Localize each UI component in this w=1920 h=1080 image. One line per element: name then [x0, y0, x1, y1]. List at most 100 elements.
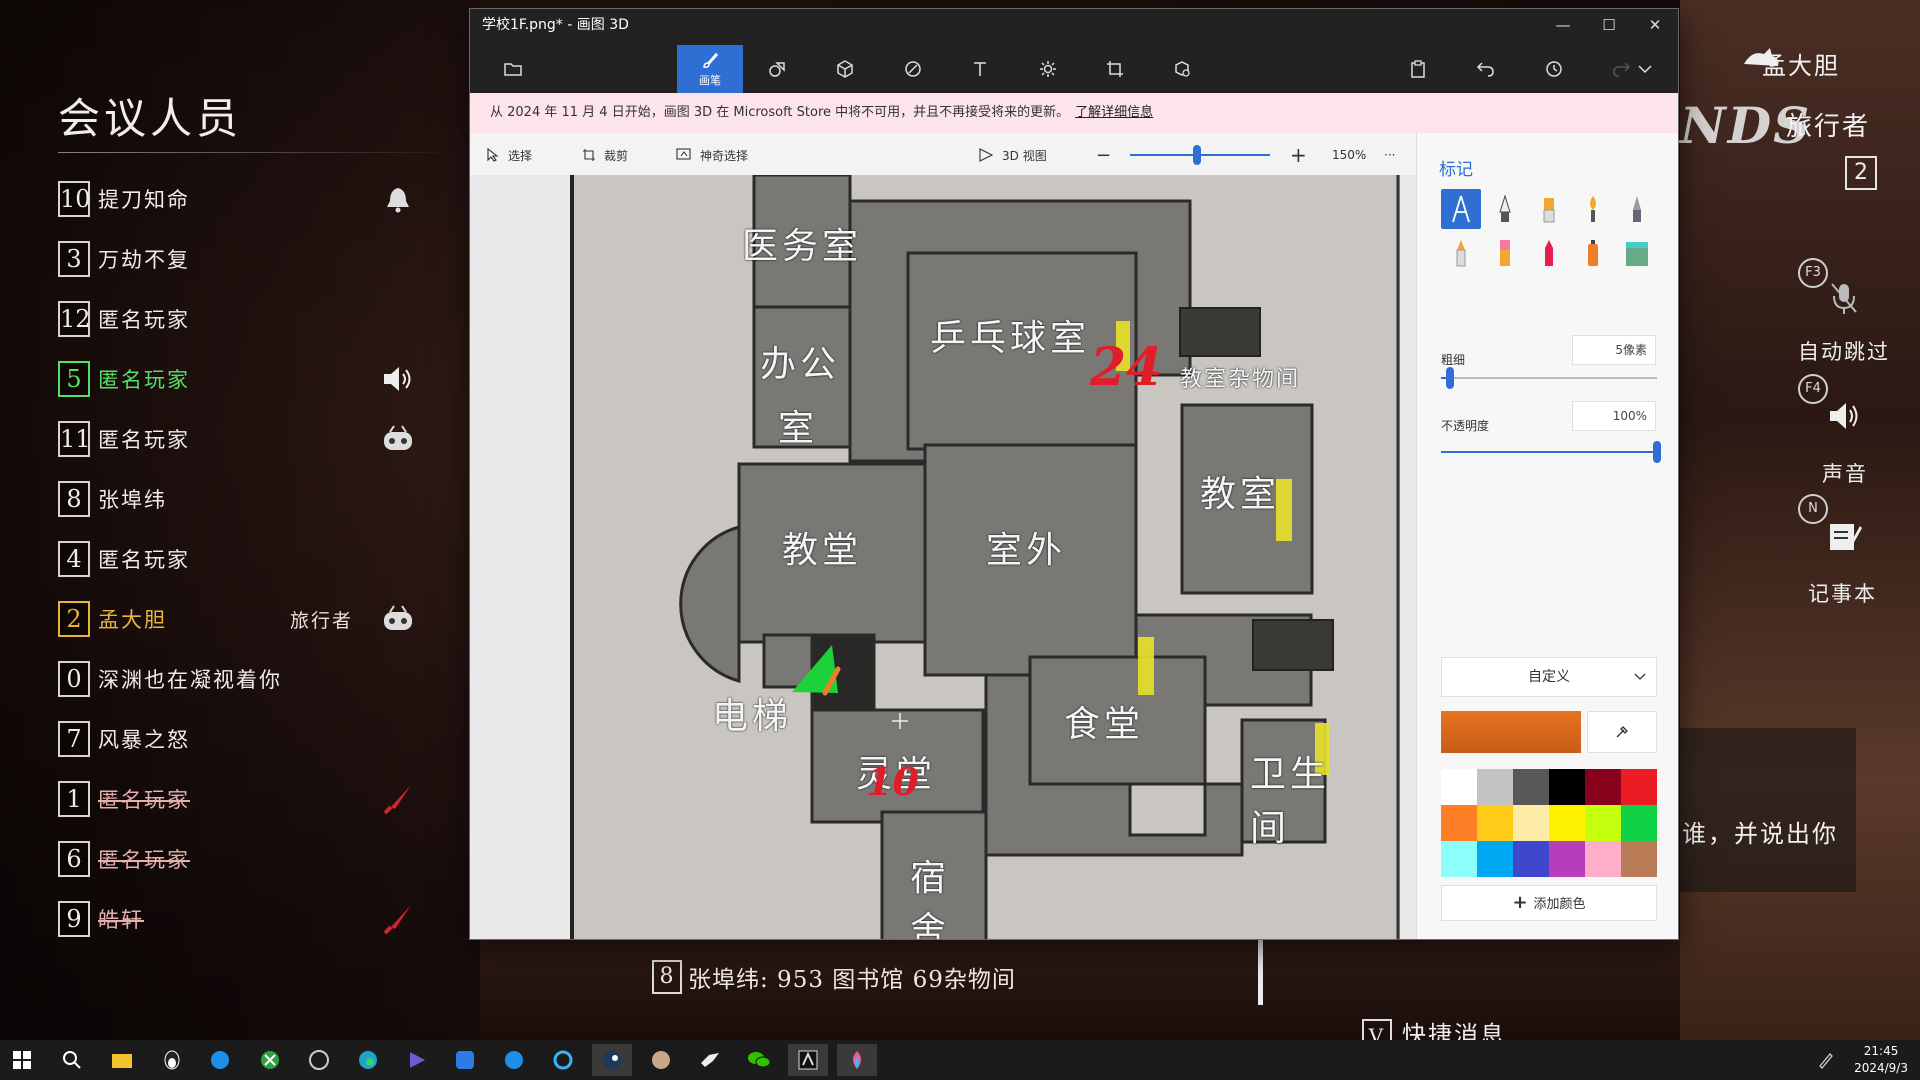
palette-swatch[interactable] [1441, 769, 1477, 805]
thickness-slider-thumb[interactable] [1445, 367, 1454, 389]
expand-toolbar-button[interactable] [1612, 45, 1678, 93]
taskbar-file-explorer[interactable] [102, 1044, 142, 1076]
palette-swatch[interactable] [1441, 841, 1477, 877]
taskbar-wechat[interactable] [739, 1044, 779, 1076]
paste-button[interactable] [1385, 45, 1451, 93]
tool-3d-shapes[interactable] [812, 45, 878, 93]
brush-calligraphy[interactable] [1485, 189, 1525, 229]
search-button[interactable] [52, 1044, 92, 1076]
color-mode-dropdown[interactable]: 自定义 [1441, 657, 1657, 697]
brush-crayon[interactable] [1529, 233, 1569, 273]
current-color-swatch[interactable] [1441, 711, 1581, 753]
player-row[interactable]: 8 张埠纬 [58, 469, 458, 529]
menu-button[interactable] [480, 45, 546, 93]
crop-button[interactable]: 裁剪 [582, 133, 628, 177]
zoom-level[interactable]: 150% [1332, 133, 1366, 177]
notepad-label[interactable]: 记事本 [1808, 578, 1877, 608]
palette-swatch[interactable] [1585, 841, 1621, 877]
palette-swatch[interactable] [1441, 805, 1477, 841]
thickness-input[interactable]: 5像素 [1572, 335, 1656, 365]
canvas-area[interactable]: 医务室 办公 室 乒乓球室 教室杂物间 教室 教堂 室外 电梯 灵堂 食堂 卫生… [470, 175, 1416, 939]
palette-swatch[interactable] [1477, 805, 1513, 841]
minimize-button[interactable]: — [1540, 9, 1586, 41]
tool-text[interactable] [947, 45, 1013, 93]
taskbar-app-bird[interactable] [690, 1044, 730, 1076]
player-row[interactable]: 12 匿名玩家 [58, 289, 458, 349]
view-3d-button[interactable]: 3D 视图 [978, 133, 1047, 177]
taskbar-steam[interactable] [592, 1044, 632, 1076]
palette-swatch[interactable] [1549, 841, 1585, 877]
notepad-icon[interactable] [1824, 518, 1864, 554]
taskbar-media-player[interactable] [397, 1044, 437, 1076]
add-color-button[interactable]: + 添加颜色 [1441, 885, 1657, 921]
thickness-slider-track[interactable] [1441, 377, 1657, 379]
player-row[interactable]: 7 风暴之怒 [58, 709, 458, 769]
opacity-input[interactable]: 100% [1572, 401, 1656, 431]
player-row[interactable]: 1 匿名玩家 [58, 769, 458, 829]
window-titlebar[interactable]: 学校1F.png* - 画图 3D — ☐ ✕ [470, 9, 1678, 41]
palette-swatch[interactable] [1513, 805, 1549, 841]
tool-3d-library[interactable] [1149, 45, 1215, 93]
player-row[interactable]: 2 孟大胆 旅行者 [58, 589, 458, 649]
taskbar-browser-q2[interactable] [494, 1044, 534, 1076]
speaker-icon[interactable] [1824, 398, 1864, 434]
chat-scrollbar[interactable] [1258, 940, 1263, 1005]
start-button[interactable] [2, 1044, 42, 1076]
zoom-out-button[interactable]: − [1096, 133, 1111, 177]
brush-marker[interactable] [1441, 189, 1481, 229]
more-options-button[interactable]: ··· [1384, 133, 1395, 177]
palette-swatch[interactable] [1477, 769, 1513, 805]
school-map-canvas[interactable]: 医务室 办公 室 乒乓球室 教室杂物间 教室 教堂 室外 电梯 灵堂 食堂 卫生… [570, 175, 1400, 939]
taskbar-edge[interactable] [348, 1044, 388, 1076]
palette-swatch[interactable] [1513, 841, 1549, 877]
taskbar-xbox[interactable] [250, 1044, 290, 1076]
taskbar-paint3d[interactable] [837, 1044, 877, 1076]
zoom-in-button[interactable]: + [1290, 133, 1307, 177]
tray-pen-icon[interactable] [1806, 1044, 1846, 1076]
brush-eraser[interactable] [1485, 233, 1525, 273]
taskbar-clash[interactable] [299, 1044, 339, 1076]
palette-swatch[interactable] [1513, 769, 1549, 805]
palette-swatch[interactable] [1477, 841, 1513, 877]
brush-fill[interactable] [1617, 233, 1657, 273]
taskbar-game[interactable] [788, 1044, 828, 1076]
tool-canvas[interactable] [1082, 45, 1148, 93]
player-row[interactable]: 9 皓轩 [58, 889, 458, 949]
player-row[interactable]: 11 匿名玩家 [58, 409, 458, 469]
player-row[interactable]: 5 匿名玩家 [58, 349, 458, 409]
palette-swatch[interactable] [1621, 769, 1657, 805]
taskbar-browser-q[interactable] [200, 1044, 240, 1076]
tool-effects[interactable] [1015, 45, 1081, 93]
auto-skip-label[interactable]: 自动跳过 [1798, 336, 1890, 366]
maximize-button[interactable]: ☐ [1586, 9, 1632, 41]
taskbar-app-blue[interactable] [445, 1044, 485, 1076]
brush-oil[interactable] [1529, 189, 1569, 229]
sound-label[interactable]: 声音 [1822, 458, 1868, 488]
magic-select-button[interactable]: 神奇选择 [676, 133, 748, 177]
player-row[interactable]: 0 深渊也在凝视着你 [58, 649, 458, 709]
palette-swatch[interactable] [1549, 769, 1585, 805]
palette-swatch[interactable] [1621, 805, 1657, 841]
player-row[interactable]: 4 匿名玩家 [58, 529, 458, 589]
player-row[interactable]: 10 提刀知命 [58, 169, 458, 229]
tool-brushes[interactable]: 画笔 [677, 45, 743, 93]
tool-stickers[interactable] [880, 45, 946, 93]
taskbar-game-avatar[interactable] [641, 1044, 681, 1076]
taskbar-qq[interactable] [152, 1044, 192, 1076]
select-button[interactable]: 选择 [486, 133, 532, 177]
opacity-slider-thumb[interactable] [1653, 441, 1661, 463]
palette-swatch[interactable] [1621, 841, 1657, 877]
brush-pixel-pen[interactable] [1617, 189, 1657, 229]
brush-watercolor[interactable] [1573, 189, 1613, 229]
learn-more-link[interactable]: 了解详细信息 [1075, 105, 1153, 120]
eyedropper-button[interactable] [1587, 711, 1657, 753]
zoom-slider-thumb[interactable] [1193, 145, 1201, 165]
player-row[interactable]: 3 万劫不复 [58, 229, 458, 289]
brush-spray-can[interactable] [1573, 233, 1613, 273]
system-clock[interactable]: 21:45 2024/9/3 [1854, 1043, 1908, 1077]
mic-muted-icon[interactable] [1824, 280, 1864, 316]
tool-2d-shapes[interactable] [744, 45, 810, 93]
player-row[interactable]: 6 匿名玩家 [58, 829, 458, 889]
palette-swatch[interactable] [1585, 769, 1621, 805]
palette-swatch[interactable] [1585, 805, 1621, 841]
